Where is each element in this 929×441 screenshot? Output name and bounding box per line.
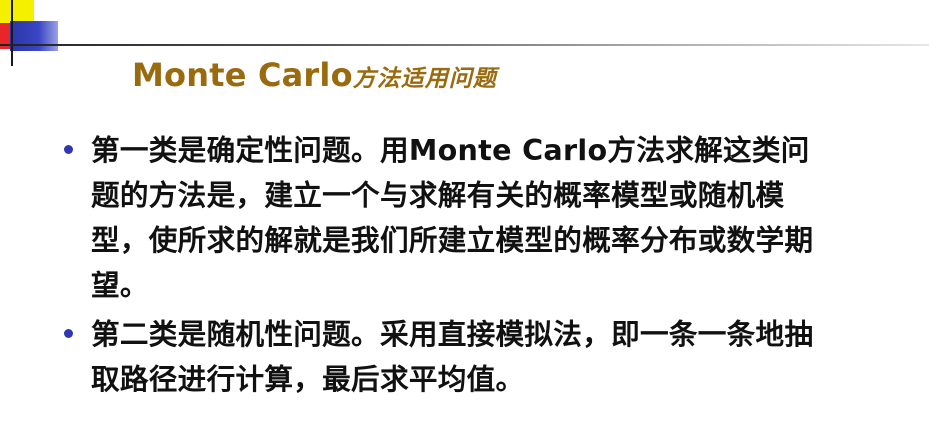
slide-title: Monte Carlo方法适用问题 [132, 55, 497, 99]
bullet-text: 第二类是随机性问题。采用直接模拟法，即一条一条地抽取路径进行计算，最后求平均值。 [91, 317, 814, 396]
slide-title-chinese: 方法适用问题 [352, 66, 497, 92]
bullet-dot-icon [64, 145, 73, 154]
bullet-list: 第一类是确定性问题。用Monte Carlo方法求解这类问题的方法是，建立一个与… [64, 128, 824, 406]
decor-blue-square [10, 21, 58, 51]
bullet-dot-icon [64, 329, 73, 338]
decor-vertical-line [11, 0, 13, 66]
slide-title-latin: Monte Carlo [132, 56, 353, 94]
bullet-item: 第一类是确定性问题。用Monte Carlo方法求解这类问题的方法是，建立一个与… [64, 128, 824, 308]
bullet-text: 第一类是确定性问题。用Monte Carlo方法求解这类问题的方法是，建立一个与… [91, 133, 814, 302]
header-divider [0, 44, 929, 46]
bullet-item: 第二类是随机性问题。采用直接模拟法，即一条一条地抽取路径进行计算，最后求平均值。 [64, 312, 824, 402]
